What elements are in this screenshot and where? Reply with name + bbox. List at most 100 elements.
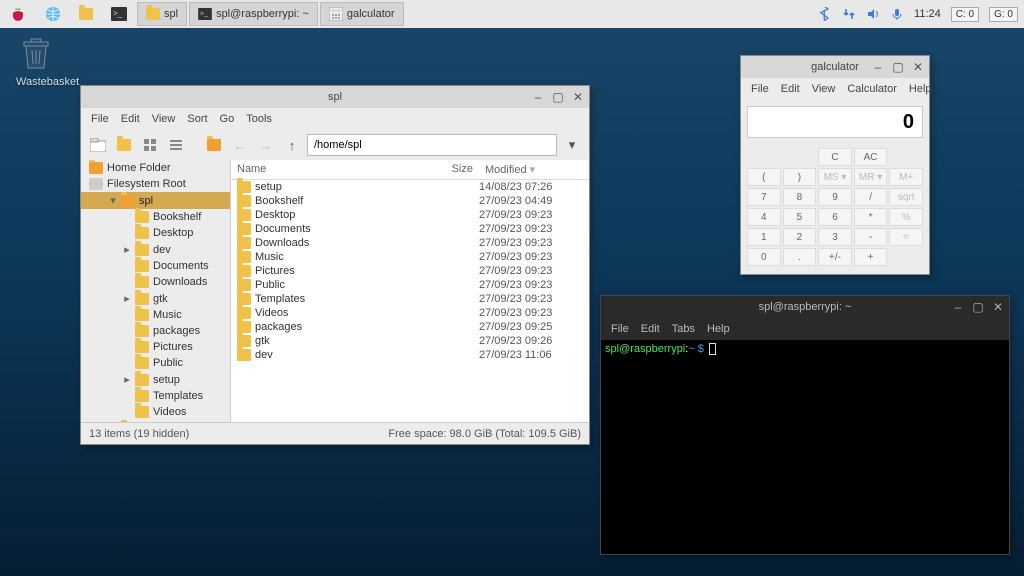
go-home-button[interactable]: [203, 134, 225, 156]
taskbar-app-1[interactable]: >_spl@raspberrypi: ~: [189, 2, 318, 26]
close-button[interactable]: ✕: [571, 90, 585, 104]
fm-menu-go[interactable]: Go: [220, 113, 235, 125]
wastebasket-desktop-icon[interactable]: Wastebasket: [16, 34, 79, 88]
term-menu-help[interactable]: Help: [707, 323, 730, 335]
calc-menu-edit[interactable]: Edit: [781, 83, 800, 95]
sidebar-item-videos[interactable]: Videos: [81, 404, 230, 420]
microphone-icon[interactable]: [890, 7, 904, 21]
file-row[interactable]: setup14/08/23 07:26: [231, 180, 589, 194]
sidebar-item-documents[interactable]: Documents: [81, 258, 230, 274]
calc-key-0[interactable]: 0: [747, 248, 781, 266]
fm-menu-view[interactable]: View: [152, 113, 176, 125]
sidebar-filesystem-root[interactable]: Filesystem Root: [81, 176, 230, 192]
close-button[interactable]: ✕: [911, 60, 925, 74]
volume-icon[interactable]: [866, 7, 880, 21]
calc-key-[interactable]: -: [854, 228, 888, 246]
calc-key-1[interactable]: 1: [747, 228, 781, 246]
sidebar-item-setup[interactable]: ▸setup: [81, 371, 230, 388]
icon-view-button[interactable]: [139, 134, 161, 156]
calc-key-2[interactable]: 2: [783, 228, 817, 246]
web-browser-launcher[interactable]: [37, 2, 69, 26]
calc-key-3[interactable]: 3: [818, 228, 852, 246]
calc-key-4[interactable]: 4: [747, 208, 781, 226]
gpu-meter[interactable]: G: 0: [989, 7, 1018, 22]
calc-menu-calculator[interactable]: Calculator: [847, 83, 897, 95]
go-back-button[interactable]: ←: [229, 134, 251, 156]
sidebar-item-templates[interactable]: Templates: [81, 388, 230, 404]
sidebar-item-dev[interactable]: ▸dev: [81, 241, 230, 258]
maximize-button[interactable]: ▢: [551, 90, 565, 104]
column-header-name[interactable]: Name: [231, 160, 424, 179]
fm-menu-file[interactable]: File: [91, 113, 109, 125]
calc-key-6[interactable]: 6: [818, 208, 852, 226]
file-row[interactable]: Videos27/09/23 09:23: [231, 306, 589, 320]
cpu-meter[interactable]: C: 0: [951, 7, 979, 22]
calc-key-[interactable]: +: [854, 248, 888, 266]
sidebar-item-pictures[interactable]: Pictures: [81, 339, 230, 355]
sidebar-item-bookshelf[interactable]: Bookshelf: [81, 209, 230, 225]
taskbar-app-2[interactable]: galculator: [320, 2, 404, 26]
calc-key-[interactable]: (: [747, 168, 781, 186]
sidebar-item-spl[interactable]: ▾spl: [81, 192, 230, 209]
calc-key-[interactable]: /: [854, 188, 888, 206]
calc-key-[interactable]: *: [854, 208, 888, 226]
calc-key-[interactable]: ): [783, 168, 817, 186]
calc-key-5[interactable]: 5: [783, 208, 817, 226]
sidebar-item-public[interactable]: Public: [81, 355, 230, 371]
calc-key-sqrt[interactable]: sqrt: [889, 188, 923, 206]
file-row[interactable]: gtk27/09/23 09:26: [231, 334, 589, 348]
minimize-button[interactable]: –: [531, 90, 545, 104]
file-row[interactable]: Documents27/09/23 09:23: [231, 222, 589, 236]
network-icon[interactable]: [842, 7, 856, 21]
file-manager-launcher[interactable]: [71, 2, 101, 26]
calc-key-[interactable]: +/-: [818, 248, 852, 266]
calc-key-ac[interactable]: AC: [854, 148, 888, 166]
file-row[interactable]: Music27/09/23 09:23: [231, 250, 589, 264]
calc-menu-help[interactable]: Help: [909, 83, 932, 95]
calc-key-c[interactable]: C: [818, 148, 852, 166]
path-dropdown-button[interactable]: ▾: [561, 134, 583, 156]
go-forward-button[interactable]: →: [255, 134, 277, 156]
sidebar-home-folder[interactable]: Home Folder: [81, 160, 230, 176]
file-row[interactable]: Desktop27/09/23 09:23: [231, 208, 589, 222]
calculator-titlebar[interactable]: galculator – ▢ ✕: [741, 56, 929, 78]
terminal-body[interactable]: spl@raspberrypi:~ $: [601, 340, 1009, 554]
path-bar[interactable]: /home/spl: [307, 134, 557, 156]
file-row[interactable]: dev27/09/23 11:06: [231, 348, 589, 362]
calc-menu-view[interactable]: View: [812, 83, 836, 95]
taskbar-app-0[interactable]: spl: [137, 2, 187, 26]
app-menu-button[interactable]: [1, 2, 35, 26]
term-menu-edit[interactable]: Edit: [641, 323, 660, 335]
calc-key-8[interactable]: 8: [783, 188, 817, 206]
close-button[interactable]: ✕: [991, 300, 1005, 314]
maximize-button[interactable]: ▢: [971, 300, 985, 314]
sidebar-item-music[interactable]: Music: [81, 307, 230, 323]
file-row[interactable]: Pictures27/09/23 09:23: [231, 264, 589, 278]
calc-key-[interactable]: %: [889, 208, 923, 226]
term-menu-tabs[interactable]: Tabs: [672, 323, 695, 335]
file-row[interactable]: Bookshelf27/09/23 04:49: [231, 194, 589, 208]
calc-key-7[interactable]: 7: [747, 188, 781, 206]
new-folder-button[interactable]: [113, 134, 135, 156]
column-header-modified[interactable]: Modified ▾: [479, 160, 589, 179]
calc-key-m[interactable]: M+: [889, 168, 923, 186]
file-row[interactable]: Templates27/09/23 09:23: [231, 292, 589, 306]
bluetooth-icon[interactable]: [818, 7, 832, 21]
sidebar-item-packages[interactable]: packages: [81, 323, 230, 339]
maximize-button[interactable]: ▢: [891, 60, 905, 74]
new-tab-button[interactable]: [87, 134, 109, 156]
minimize-button[interactable]: –: [951, 300, 965, 314]
list-view-button[interactable]: [165, 134, 187, 156]
fm-menu-edit[interactable]: Edit: [121, 113, 140, 125]
calc-key-mr[interactable]: MR ▾: [854, 168, 888, 186]
sidebar-item-desktop[interactable]: Desktop: [81, 225, 230, 241]
calc-key-9[interactable]: 9: [818, 188, 852, 206]
calc-key-[interactable]: .: [783, 248, 817, 266]
fm-menu-tools[interactable]: Tools: [246, 113, 272, 125]
file-manager-titlebar[interactable]: spl – ▢ ✕: [81, 86, 589, 108]
column-header-size[interactable]: Size: [424, 160, 479, 179]
file-row[interactable]: packages27/09/23 09:25: [231, 320, 589, 334]
terminal-launcher[interactable]: >_: [103, 2, 135, 26]
sidebar-item-gtk[interactable]: ▸gtk: [81, 290, 230, 307]
term-menu-file[interactable]: File: [611, 323, 629, 335]
